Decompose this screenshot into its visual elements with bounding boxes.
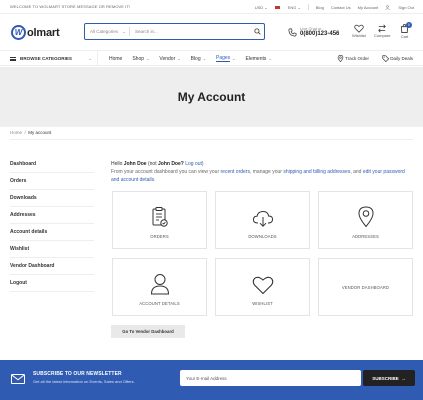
breadcrumb-current: My account [28,130,52,135]
account-details-tile[interactable]: ACCOUNT DETAILS [112,258,207,316]
top-link-account[interactable]: My Account [358,5,379,10]
currency-select[interactable]: USD ⌄ [248,5,268,10]
newsletter-subtitle: Get all the latest information on Events… [33,379,135,384]
arrow-right-icon: → [401,375,406,381]
breadcrumb: Home / My account [10,130,52,135]
sidebar-item-orders[interactable]: Orders [10,173,94,190]
sidebar-item-logout[interactable]: Logout [10,275,94,292]
welcome-message: WELCOME TO WOLMART STORE MESSAGE OR REMO… [10,4,131,9]
wishlist-tile[interactable]: WISHLIST [215,258,310,316]
cart-button[interactable]: 0 Cart [400,22,412,39]
nav-home[interactable]: Home [109,56,122,62]
user-icon [150,273,169,294]
sign-out-link[interactable]: Sign Out [385,5,414,10]
download-icon [252,210,273,227]
top-link-contact[interactable]: Contact Us [331,5,351,10]
downloads-tile[interactable]: DOWNLOADS [215,191,310,249]
addresses-link[interactable]: shipping and billing addresses [283,169,350,175]
top-link-blog[interactable]: Blog [316,5,324,10]
addresses-tile[interactable]: ADDRESSES [318,191,413,249]
logout-link[interactable]: Log out) [185,161,203,167]
newsletter-email-input[interactable]: Your E-mail Address [180,370,361,386]
user-icon [385,4,391,10]
map-pin-icon [357,205,374,227]
nav-pages[interactable]: Pages ⌄ [215,55,236,62]
header: W olmart All Categories ⌄ Search in... Li… [0,15,423,49]
sidebar-item-vendor-dashboard[interactable]: Vendor Dashboard [10,258,94,275]
phone-contact[interactable]: Live Chat or : 0(800)123-456 [288,26,340,38]
logo-text: olmart [27,26,60,39]
orders-icon [152,206,168,227]
heart-icon [252,276,273,294]
dashboard-intro: Hello John Doe (not John Doe? Log out) F… [111,160,413,184]
logo-mark: W [11,25,26,40]
dashboard-description: From your account dashboard you can view… [111,169,405,183]
top-bar-right: USD ⌄ ENG ⌄ Blog Contact Us My Account S… [241,4,414,10]
nav-elements[interactable]: Elements ⌄ [246,56,272,62]
page-banner: My Account [0,67,423,127]
page-title: My Account [177,90,246,104]
search-button[interactable] [250,28,264,35]
flag-icon [274,5,280,9]
search-icon [253,28,261,35]
compare-icon [378,24,387,33]
sidebar-item-wishlist[interactable]: Wishlist [10,241,94,258]
recent-orders-link[interactable]: recent orders [221,169,250,175]
main-nav: BROWSE CATEGORIES ⌄ Home Shop ⌄ Vendor ⌄ B… [0,50,423,66]
nav-blog[interactable]: Blog ⌄ [191,56,206,62]
sidebar-item-addresses[interactable]: Addresses [10,207,94,224]
search-bar: All Categories ⌄ Search in... [84,23,265,40]
logo[interactable]: W olmart [11,25,60,40]
menu-icon [10,56,16,61]
nav-vendor[interactable]: Vendor ⌄ [159,56,180,62]
account-sidebar: Dashboard Orders Downloads Addresses Acc… [10,156,94,292]
cart-count-badge: 0 [406,22,412,28]
sidebar-item-dashboard[interactable]: Dashboard [10,156,94,173]
chevron-down-icon: ⌄ [88,55,92,61]
search-category-select[interactable]: All Categories ⌄ [85,27,130,36]
go-to-vendor-dashboard-button[interactable]: Go To Vendor Dashboard [111,325,185,338]
newsletter-bar: SUBSCRIBE TO OUR NEWSLETTER Get all the … [0,360,423,400]
browse-categories-button[interactable]: BROWSE CATEGORIES ⌄ [10,51,98,66]
nav-shop[interactable]: Shop ⌄ [132,56,149,62]
newsletter-title: SUBSCRIBE TO OUR NEWSLETTER [33,371,122,377]
sidebar-item-account-details[interactable]: Account details [10,224,94,241]
sidebar-item-downloads[interactable]: Downloads [10,190,94,207]
phone-icon [288,28,297,37]
map-pin-icon [337,55,344,62]
phone-number: 0(800)123-456 [300,31,340,38]
compare-button[interactable]: Compare [374,24,390,38]
heart-icon [354,24,364,33]
orders-tile[interactable]: ORDERS [112,191,207,249]
top-bar: WELCOME TO WOLMART STORE MESSAGE OR REMO… [0,0,423,14]
daily-deals-link[interactable]: Daily Deals [382,55,413,62]
wishlist-button[interactable]: Wishlist [352,24,366,38]
language-select[interactable]: ENG ⌄ [274,5,301,10]
mail-icon [11,374,25,384]
search-input[interactable]: Search in... [130,29,250,34]
greeting: Hello John Doe (not John Doe? Log out) [111,161,204,167]
vendor-dashboard-tile[interactable]: VENDOR DASHBOARD [318,258,413,316]
tag-icon [382,55,389,62]
track-order-link[interactable]: Track Order [337,55,369,62]
subscribe-button[interactable]: SUBSCRIBE → [363,370,415,386]
breadcrumb-home[interactable]: Home [10,130,22,135]
